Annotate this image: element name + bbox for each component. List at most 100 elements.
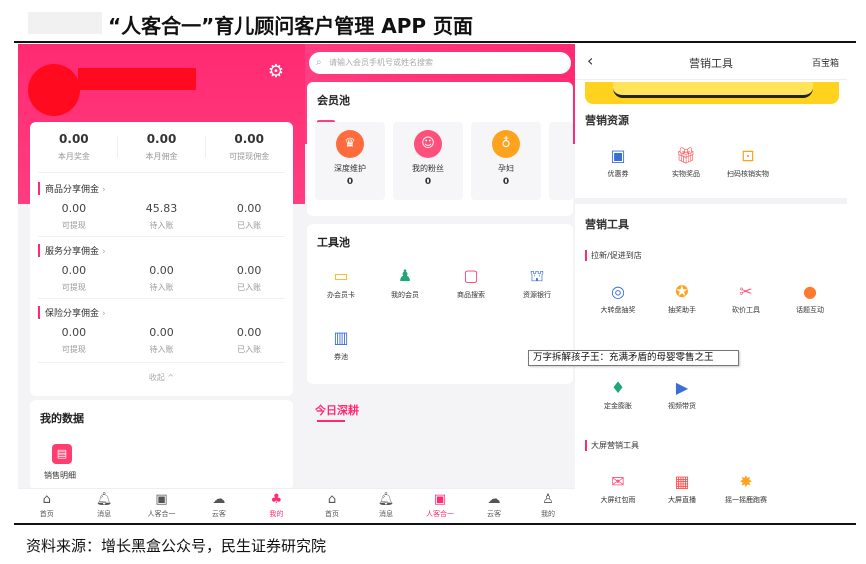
gear-icon[interactable]: ⚙ bbox=[266, 62, 286, 82]
cloud-icon: ☁ bbox=[487, 492, 501, 507]
home-icon: ⌂ bbox=[327, 492, 337, 507]
deposit-icon: ♦ bbox=[610, 378, 626, 397]
users-icon: ▣ bbox=[155, 492, 168, 507]
stat-withdrawable[interactable]: 0.00 可提现佣金 bbox=[205, 132, 293, 162]
group-acquisition-title: 拉新/促进到店 bbox=[585, 250, 642, 261]
bottom-tab-bar: ⌂ 首页 🔔︎ 消息 ▣ 人客合一 ☁ 云客 ♙ 我的 bbox=[305, 488, 575, 522]
stat-withdrawable: 0.00 可提现 bbox=[61, 326, 87, 354]
pool-deep-maintenance[interactable]: ♛ 深度维护 0 bbox=[315, 122, 385, 200]
treasure-box-button[interactable]: 百宝箱 bbox=[812, 56, 839, 69]
gift-icon: 🎁︎ bbox=[675, 146, 697, 165]
section-goods-commission[interactable]: 商品分享佣金 › bbox=[38, 182, 106, 195]
section-service-commission[interactable]: 服务分享佣金 › bbox=[38, 244, 106, 257]
today-deep-tab[interactable]: 今日深耕 bbox=[315, 402, 359, 418]
marketing-tools-screen: ‹ 营销工具 百宝箱 营销资源 ▣ 优惠券 🎁︎ 实物奖品 ⊡ 扫码核销实物 营销工具… bbox=[575, 44, 847, 522]
tool-big-screen-live[interactable]: ▦ 大屏直播 bbox=[651, 472, 713, 505]
tab-cloud[interactable]: ☁ 云客 bbox=[467, 489, 521, 522]
bank-icon: ⛫ bbox=[529, 266, 545, 285]
hover-tooltip: 万字拆解孩子王：充满矛盾的母婴零售之王 bbox=[528, 350, 739, 366]
bell-icon: 🔔︎ bbox=[377, 492, 395, 507]
stat-monthly-commission[interactable]: 0.00 本月佣金 bbox=[118, 132, 206, 162]
tool-pool-title: 工具池 bbox=[317, 236, 350, 249]
tab-customer[interactable]: ▣ 人客合一 bbox=[413, 489, 467, 522]
sales-detail-label[interactable]: 销售明细 bbox=[44, 470, 76, 481]
avatar[interactable] bbox=[28, 64, 80, 116]
sales-detail-icon[interactable]: ▤ bbox=[52, 444, 72, 464]
tab-customer[interactable]: ▣ 人客合一 bbox=[133, 489, 190, 522]
tool-shake-race[interactable]: ✸ 摇一摇鹿跑赛 bbox=[715, 472, 777, 505]
medal-icon: ✪ bbox=[675, 282, 689, 301]
smile-icon: ☺ bbox=[414, 130, 442, 158]
coupon-icon: ▥ bbox=[333, 328, 349, 347]
stat-pending: 45.83 待入账 bbox=[145, 202, 178, 230]
top-rule bbox=[14, 41, 856, 43]
promo-banner[interactable] bbox=[585, 82, 839, 104]
resource-physical-prize[interactable]: 🎁︎ 实物奖品 bbox=[655, 146, 717, 179]
tab-cloud[interactable]: ☁ 云客 bbox=[190, 489, 247, 522]
tool-product-search[interactable]: ▢ 商品搜索 bbox=[441, 266, 501, 300]
search-input[interactable]: ⌕ 请输入会员手机号或姓名搜索 bbox=[309, 52, 571, 74]
profile-screen: ⚙ 0.00 本月奖金 0.00 本月佣金 0.00 可提现佣金 商品分享佣金 › 0.… bbox=[18, 44, 305, 522]
source-note: 资料来源：增长黑盒公众号，民生证券研究院 bbox=[26, 537, 327, 555]
tab-mine[interactable]: ♣ 我的 bbox=[248, 489, 305, 522]
separator bbox=[38, 236, 285, 237]
separator bbox=[38, 362, 285, 363]
goods-commission-stats: 0.00 可提现 45.83 待入账 0.00 已入账 bbox=[30, 202, 293, 231]
red-packet-icon: ✉ bbox=[611, 472, 625, 491]
service-commission-stats: 0.00 可提现 0.00 待入账 0.00 已入账 bbox=[30, 264, 293, 293]
member-icon: ♟ bbox=[397, 266, 413, 285]
tool-topic-interaction[interactable]: ● 话题互动 bbox=[779, 282, 841, 315]
my-data-title: 我的数据 bbox=[40, 412, 84, 425]
tool-video-selling[interactable]: ▶ 视频带货 bbox=[651, 378, 713, 411]
scan-icon: ⊡ bbox=[741, 146, 755, 165]
bag-icon: ▢ bbox=[463, 266, 479, 285]
section-insurance-commission[interactable]: 保险分享佣金 › bbox=[38, 306, 106, 319]
resource-scan-verify[interactable]: ⊡ 扫码核销实物 bbox=[717, 146, 779, 179]
tool-red-packet-rain[interactable]: ✉ 大屏红包雨 bbox=[587, 472, 649, 505]
home-icon: ⌂ bbox=[42, 492, 51, 507]
video-icon: ▶ bbox=[675, 378, 689, 397]
pregnant-icon: ♁ bbox=[492, 130, 520, 158]
tool-my-members[interactable]: ♟ 我的会员 bbox=[375, 266, 435, 300]
separator bbox=[38, 172, 285, 173]
tab-home[interactable]: ⌂ 首页 bbox=[305, 489, 359, 522]
marketing-resources-title: 营销资源 bbox=[585, 114, 629, 127]
pool-my-fans[interactable]: ☺ 我的粉丝 0 bbox=[393, 122, 463, 200]
tab-messages[interactable]: 🔔︎ 消息 bbox=[75, 489, 132, 522]
tab-messages[interactable]: 🔔︎ 消息 bbox=[359, 489, 413, 522]
tag-icon: ✂ bbox=[739, 282, 753, 301]
pool-next-partial[interactable] bbox=[549, 122, 573, 200]
profile-icon: ♙ bbox=[542, 492, 554, 507]
banner-art bbox=[613, 82, 813, 98]
stat-monthly-bonus[interactable]: 0.00 本月奖金 bbox=[30, 132, 118, 162]
collapse-button[interactable]: 收起 ^ bbox=[30, 372, 293, 383]
title-label-box bbox=[28, 12, 102, 34]
stat-credited: 0.00 已入账 bbox=[236, 264, 262, 292]
tool-resource-bank[interactable]: ⛫ 资源银行 bbox=[507, 266, 567, 300]
tab-home[interactable]: ⌂ 首页 bbox=[18, 489, 75, 522]
figure-title: “人客合一”育儿顾问客户管理 APP 页面 bbox=[108, 14, 474, 38]
resource-coupon[interactable]: ▣ 优惠券 bbox=[587, 146, 649, 179]
wheel-icon: ◎ bbox=[611, 282, 625, 301]
pool-pregnant[interactable]: ♁ 孕妇 0 bbox=[471, 122, 541, 200]
insurance-commission-stats: 0.00 可提现 0.00 待入账 0.00 已入账 bbox=[30, 326, 293, 355]
my-data-card: 我的数据 ▤ 销售明细 bbox=[30, 400, 293, 490]
tool-member-card[interactable]: ▭ 办会员卡 bbox=[311, 266, 371, 300]
commission-card: 0.00 本月奖金 0.00 本月佣金 0.00 可提现佣金 商品分享佣金 › 0.00… bbox=[30, 122, 293, 396]
member-pool-card: 会员池 深耕 ♛ 深度维护 0 ☺ 我的粉丝 0 ♁ 孕妇 0 bbox=[307, 82, 573, 216]
group-bigscreen-title: 大屏营销工具 bbox=[585, 440, 639, 451]
card-icon: ▭ bbox=[333, 266, 349, 285]
figure-title-bar: “人客合一”育儿顾问客户管理 APP 页面 bbox=[0, 0, 866, 42]
chevron-right-icon: › bbox=[102, 185, 106, 195]
bell-icon: 🔔︎ bbox=[95, 492, 113, 507]
chevron-right-icon: › bbox=[102, 247, 106, 257]
tool-coupon-pool[interactable]: ▥ 券池 bbox=[311, 328, 371, 362]
divider bbox=[205, 136, 206, 158]
tool-bargain[interactable]: ✂ 砍价工具 bbox=[715, 282, 777, 315]
users-icon: ▣ bbox=[433, 492, 447, 507]
tool-lottery-helper[interactable]: ✪ 抽奖助手 bbox=[651, 282, 713, 315]
tab-mine[interactable]: ♙ 我的 bbox=[521, 489, 575, 522]
tool-deposit-expand[interactable]: ♦ 定金膨胀 bbox=[587, 378, 649, 411]
separator bbox=[38, 298, 285, 299]
tool-wheel-lottery[interactable]: ◎ 大转盘抽奖 bbox=[587, 282, 649, 315]
